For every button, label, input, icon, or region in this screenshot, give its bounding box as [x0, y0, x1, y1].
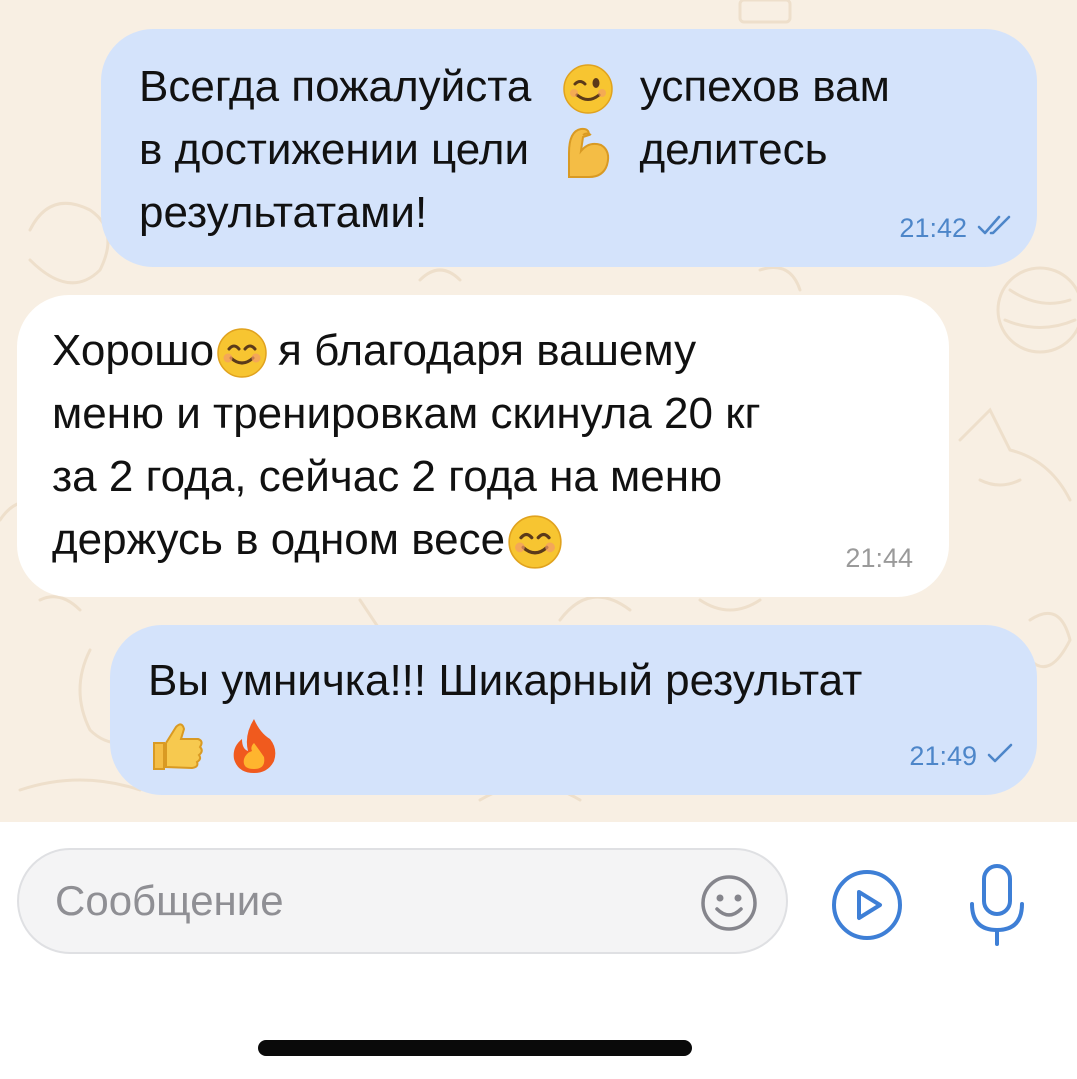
flexed-biceps-emoji: [559, 123, 613, 181]
single-check-icon: [987, 741, 1013, 771]
message-field[interactable]: [17, 848, 788, 954]
message-input[interactable]: [55, 868, 695, 934]
smiling-face-emoji: [507, 514, 563, 570]
message-line: за 2 года, сейчас 2 года на меню: [52, 452, 723, 501]
message-meta: 21:49: [909, 741, 1013, 771]
outgoing-message[interactable]: Всегда пожалуйста успехов вам в достижен…: [101, 29, 1037, 267]
message-line: результатами!: [139, 188, 428, 238]
double-check-icon: [977, 213, 1013, 243]
microphone-icon[interactable]: [960, 862, 1034, 948]
thumbs-up-emoji: [148, 719, 206, 773]
message-line: Хорошо я благодаря вашему: [52, 319, 932, 382]
smiley-icon[interactable]: [699, 873, 759, 933]
message-meta: 21:44: [845, 543, 913, 573]
message-line: [148, 712, 1018, 775]
message-meta: 21:42: [899, 213, 1013, 243]
message-time: 21:49: [909, 741, 977, 771]
incoming-message[interactable]: Хорошо я благодаря вашему меню и трениро…: [17, 295, 949, 597]
message-line: меню и тренировкам скинула 20 кг: [52, 389, 761, 438]
winking-face-emoji: [562, 63, 614, 115]
home-indicator[interactable]: [258, 1040, 692, 1056]
message-line: в достижении цели делитесь: [139, 118, 1019, 181]
message-line: держусь в одном весе: [52, 508, 932, 571]
outgoing-message[interactable]: Вы умничка!!! Шикарный результат 21:49: [110, 625, 1037, 795]
smiling-face-emoji: [216, 327, 268, 379]
chat-area[interactable]: Всегда пожалуйста успехов вам в достижен…: [0, 0, 1077, 822]
fire-emoji: [230, 717, 278, 775]
message-time: 21:44: [845, 543, 913, 573]
message-time: 21:42: [899, 213, 967, 243]
message-line: Вы умничка!!! Шикарный результат: [148, 656, 863, 705]
video-message-icon[interactable]: [830, 868, 904, 942]
message-line: Всегда пожалуйста успехов вам: [139, 55, 1019, 118]
